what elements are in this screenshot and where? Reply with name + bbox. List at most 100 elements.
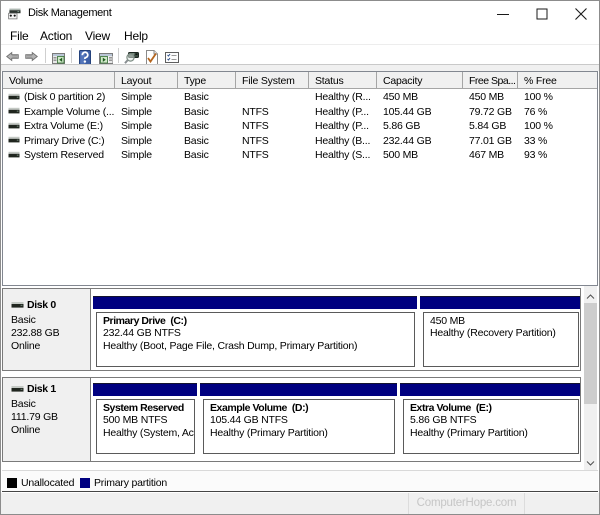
cell-volume: Example Volume (... [24,105,115,118]
cell-free_space: 450 MB [469,91,504,103]
show-hide-console-tree-button[interactable] [52,53,65,64]
partition-color-bar [400,383,580,396]
properties-button[interactable] [165,52,179,63]
toolbar [0,45,600,65]
cell-status: Healthy (P... [315,105,369,118]
partition-health: Healthy (Primary Partition) [410,426,528,439]
scroll-up-icon[interactable] [584,292,597,302]
disk-management-window: Disk Management File Action View Help Vo… [0,0,600,515]
disk-name: Disk 1 [11,383,88,396]
disk-row-0: Disk 0 Basic 232.88 GB Online Primary Drive … [2,288,581,371]
cell-capacity: 232.44 GB [383,134,432,147]
menu-view[interactable]: View [85,29,110,43]
volume-row[interactable]: System Reserved Simple Basic NTFS Healthy (S… [3,148,597,163]
cell-free_space: 77.01 GB [469,134,512,147]
column-header-capacity[interactable]: Capacity [377,72,463,89]
menu-action[interactable]: Action [40,29,72,43]
partition-size: 5.86 GB NTFS [410,414,477,427]
volume-icon [8,151,20,157]
partition-health: Healthy (Recovery Partition) [430,327,556,340]
close-button[interactable] [561,0,600,27]
minimize-button[interactable] [483,0,522,27]
volume-icon [8,122,20,128]
partition-title: Example Volume (D:) [210,401,309,414]
partition-color-bar [420,296,580,309]
cell-status: Healthy (P... [315,120,369,132]
cell-layout: Simple [121,105,152,118]
legend-swatch-primary [80,478,90,488]
scroll-down-icon[interactable] [584,458,597,468]
cell-file_system: NTFS [242,134,269,147]
column-header-volume[interactable]: Volume [3,72,115,89]
rescan-disks-button[interactable] [124,50,139,65]
vertical-scrollbar[interactable] [584,286,597,470]
minimize-icon [496,13,509,15]
show-hide-action-pane-button[interactable] [99,53,113,64]
partition-health: Healthy (Primary Partition) [210,426,328,439]
disk-icon [11,302,24,308]
window-title: Disk Management [28,7,112,19]
menu-file[interactable]: File [10,29,29,43]
partition-box: 450 MB Healthy (Recovery Partition) [423,311,579,367]
partition-health: Healthy (System, Active, Primary Partiti… [103,426,195,439]
partition-color-bar [93,296,417,309]
partition-title: Primary Drive (C:) [103,314,187,327]
cell-file_system: NTFS [242,149,269,161]
partition-box: Example Volume (D:) 105.44 GB NTFS Healthy… [203,398,395,454]
cell-type: Basic [184,149,209,161]
volume-row[interactable]: Primary Drive (C:) Simple Basic NTFS Healthy… [3,134,597,149]
cell-capacity: 105.44 GB [383,105,432,118]
partition-title: Extra Volume (E:) [410,401,492,414]
cell-free_space: 467 MB [469,149,504,161]
partition-size: 450 MB [430,314,465,327]
maximize-button[interactable] [522,0,561,27]
column-header-layout[interactable]: Layout [115,72,178,89]
scrollbar-thumb[interactable] [584,303,597,404]
volume-icon [8,107,20,114]
legend-label-primary: Primary partition [94,477,168,489]
partition[interactable]: Primary Drive (C:) 232.44 GB NTFS Healthy … [93,296,417,370]
maximize-icon [536,8,547,19]
volume-list: Volume Layout Type File System Status Capacit… [2,71,598,286]
disk-size: 232.88 GB [11,327,60,339]
volume-row[interactable]: Extra Volume (E:) Simple Basic NTFS Healthy … [3,119,597,134]
check-disk-button[interactable] [146,50,158,65]
disk-icon [11,386,24,392]
cell-file_system: NTFS [242,120,269,132]
partition[interactable]: Extra Volume (E:) 5.86 GB NTFS Healthy (Pr… [400,383,580,461]
help-button[interactable] [79,50,91,65]
column-header-pct_free[interactable]: % Free [518,72,597,89]
volume-row[interactable]: (Disk 0 partition 2) Simple Basic Healthy (… [3,90,597,105]
cell-status: Healthy (B... [315,134,371,147]
cell-layout: Simple [121,134,152,147]
cell-type: Basic [184,105,209,118]
cell-free_space: 79.72 GB [469,105,512,118]
column-header-type[interactable]: Type [178,72,236,89]
volume-icon [8,93,20,99]
partition-title: System Reserved [103,401,184,414]
toolbar-separator [45,48,46,63]
partition[interactable]: 450 MB Healthy (Recovery Partition) [420,296,580,370]
menu-help[interactable]: Help [124,29,148,43]
back-button[interactable] [6,51,19,62]
cell-volume: System Reserved [24,149,104,161]
status-bar: ComputerHope.com [0,493,600,515]
column-header-free_space[interactable]: Free Spa... [463,72,518,89]
cell-volume: (Disk 0 partition 2) [24,91,106,103]
cell-layout: Simple [121,149,152,161]
toolbar-separator [118,48,119,63]
partition[interactable]: Example Volume (D:) 105.44 GB NTFS Healthy… [200,383,397,461]
partition[interactable]: System Reserved 500 MB NTFS Healthy (Syste… [93,383,197,461]
disk-status: Online [11,340,41,352]
partition-color-bar [93,383,197,396]
disk-status: Online [11,424,41,436]
cell-volume: Primary Drive (C:) [24,134,105,147]
cell-type: Basic [184,134,209,147]
forward-button[interactable] [25,51,38,62]
disk-info-0[interactable]: Disk 0 Basic 232.88 GB Online [3,289,91,370]
disk-info-1[interactable]: Disk 1 Basic 111.79 GB Online [3,378,91,461]
volume-row[interactable]: Example Volume (... Simple Basic NTFS Health… [3,105,597,120]
column-header-file_system[interactable]: File System [236,72,309,89]
watermark: ComputerHope.com [408,493,525,515]
column-header-status[interactable]: Status [309,72,377,89]
